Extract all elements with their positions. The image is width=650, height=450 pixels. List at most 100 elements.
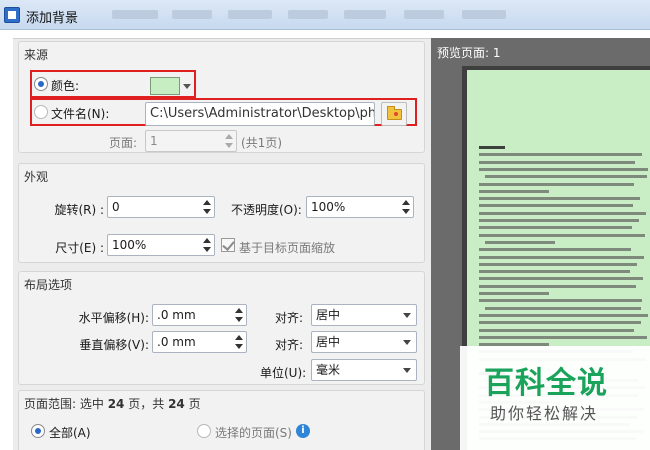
rotation-value: 0 — [112, 200, 120, 214]
preview-text-line — [479, 211, 646, 215]
info-icon[interactable]: i — [296, 424, 310, 438]
scale-checkbox[interactable] — [221, 238, 235, 252]
align-label-2: 对齐: — [275, 338, 304, 352]
align-value-1: 居中 — [316, 308, 341, 322]
window-title: 添加背景 — [26, 11, 79, 26]
chevron-down-icon — [403, 368, 411, 373]
unit-label: 单位(U): — [260, 366, 307, 380]
preview-text-line — [479, 182, 634, 186]
layout-section: 布局选项 水平偏移(H): .0 mm 对齐: 居中 垂直偏移(V): .0 m… — [18, 271, 425, 385]
preview-text-line — [479, 321, 641, 325]
v-offset-spin-arrows-icon[interactable] — [234, 334, 244, 350]
preview-text-line — [479, 299, 642, 303]
preview-text-line — [479, 292, 549, 295]
preview-text-line — [479, 233, 645, 237]
page-total-label: (共1页) — [241, 136, 282, 150]
align-value-2: 居中 — [316, 335, 341, 349]
file-path-field[interactable]: C:\Users\Administrator\Desktop\photo — [145, 102, 375, 126]
preview-text-line — [479, 255, 644, 259]
file-radio[interactable] — [34, 105, 48, 119]
opacity-field[interactable]: 100% — [306, 196, 414, 218]
opacity-label: 不透明度(O): — [231, 203, 302, 217]
browse-button[interactable] — [381, 102, 407, 126]
h-offset-label: 水平偏移(H): — [78, 311, 149, 325]
preview-text-line — [479, 335, 647, 339]
blurred-toolbar-strip — [288, 10, 328, 19]
preview-text-line — [479, 270, 630, 274]
preview-text-line — [479, 204, 633, 208]
h-offset-value: .0 mm — [157, 308, 196, 322]
size-label: 尺寸(E) : — [55, 241, 104, 255]
preview-text-line — [479, 313, 648, 317]
total-page-count: 24 — [168, 397, 185, 411]
preview-text-line — [479, 284, 636, 288]
page-range-section-title: 页面范围: 选中 24 页，共 24 页 — [24, 397, 201, 411]
preview-title: 预览页面: 1 — [437, 46, 501, 60]
color-dropdown-arrow-icon[interactable] — [183, 84, 191, 89]
h-offset-field[interactable]: .0 mm — [152, 304, 247, 326]
blurred-toolbar-strip — [462, 10, 506, 19]
preview-text-line — [479, 226, 632, 230]
blurred-toolbar-strip — [404, 10, 444, 19]
size-value: 100% — [112, 238, 147, 252]
all-pages-label: 全部(A) — [49, 426, 91, 440]
blurred-toolbar-strip — [228, 10, 272, 19]
color-label: 颜色: — [51, 79, 80, 93]
page-number-field[interactable]: 1 — [145, 130, 237, 152]
chevron-down-icon — [403, 340, 411, 345]
page-spin-arrows-icon[interactable] — [224, 133, 234, 149]
preview-text-line — [479, 160, 635, 164]
blurred-toolbar-strip — [172, 10, 212, 19]
preview-text-line — [485, 175, 647, 179]
watermark-logo: 百科全说 助你轻松解决 — [460, 346, 650, 450]
source-section: 来源 颜色: 文件名(N): C:\Users\Administrator\De… — [18, 41, 425, 153]
size-field[interactable]: 100% — [107, 234, 215, 256]
align-label-1: 对齐: — [275, 311, 304, 325]
source-section-title: 来源 — [24, 48, 49, 62]
color-radio[interactable] — [34, 77, 48, 91]
page-number-value: 1 — [150, 134, 158, 148]
file-label: 文件名(N): — [51, 107, 110, 121]
scale-checkbox-label: 基于目标页面缩放 — [239, 241, 336, 255]
folder-icon — [387, 106, 402, 120]
v-offset-label: 垂直偏移(V): — [79, 338, 149, 352]
opacity-value: 100% — [311, 200, 346, 214]
opacity-spin-arrows-icon[interactable] — [401, 199, 411, 215]
watermark-sub-text: 助你轻松解决 — [490, 404, 599, 423]
preview-text-line — [479, 328, 634, 332]
selected-pages-radio[interactable] — [197, 424, 211, 438]
app-icon — [4, 7, 20, 23]
title-bar: 添加背景 — [0, 0, 650, 30]
align-select-1[interactable]: 居中 — [311, 304, 417, 326]
size-spin-arrows-icon[interactable] — [202, 237, 212, 253]
h-offset-spin-arrows-icon[interactable] — [234, 307, 244, 323]
preview-text-line — [479, 189, 549, 193]
page-range-section: 页面范围: 选中 24 页，共 24 页 全部(A) 选择的页面(S) i — [18, 390, 425, 450]
unit-value: 毫米 — [316, 363, 341, 377]
preview-text-line — [479, 146, 505, 149]
align-select-2[interactable]: 居中 — [311, 331, 417, 353]
rotation-spin-arrows-icon[interactable] — [202, 199, 212, 215]
unit-select[interactable]: 毫米 — [311, 359, 417, 381]
preview-text-line — [485, 306, 641, 310]
preview-text-line — [479, 153, 642, 157]
blurred-toolbar-strip — [112, 10, 158, 19]
preview-text-line — [485, 240, 555, 244]
page-label: 页面: — [109, 136, 138, 150]
color-swatch[interactable] — [150, 77, 180, 95]
all-pages-radio[interactable] — [31, 424, 45, 438]
layout-section-title: 布局选项 — [24, 278, 73, 292]
preview-text-line — [479, 262, 637, 266]
rotation-label: 旋转(R) : — [54, 203, 104, 217]
v-offset-value: .0 mm — [157, 335, 196, 349]
preview-text-line — [479, 277, 643, 281]
appearance-section-title: 外观 — [24, 170, 49, 184]
watermark-main-text: 百科全说 — [484, 366, 608, 401]
preview-text-line — [479, 248, 631, 252]
chevron-down-icon — [403, 313, 411, 318]
preview-text-line — [479, 219, 639, 222]
rotation-field[interactable]: 0 — [107, 196, 215, 218]
v-offset-field[interactable]: .0 mm — [152, 331, 247, 353]
preview-text-line — [479, 167, 648, 171]
settings-panel: 来源 颜色: 文件名(N): C:\Users\Administrator\De… — [13, 38, 431, 450]
